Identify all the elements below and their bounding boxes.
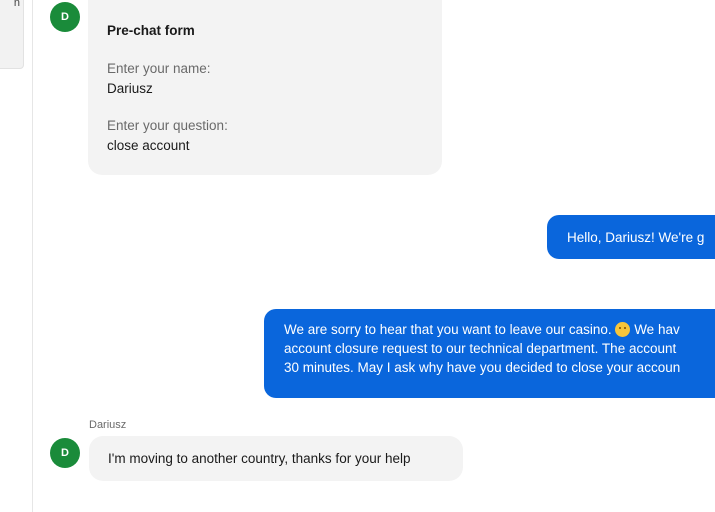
agent-message-line: 30 minutes. May I ask why have you decid… — [284, 360, 681, 375]
agent-message-bubble: Hello, Dariusz! We're g — [547, 215, 715, 259]
question-field-value: close account — [107, 138, 190, 153]
sad-face-emoji-icon — [615, 322, 631, 337]
visitor-message-bubble: I'm moving to another country, thanks fo… — [89, 436, 463, 481]
conversation-list-item-text: n — [13, 0, 20, 9]
agent-message-text: We are sorry to hear that you want to le… — [284, 322, 616, 337]
visitor-avatar: D — [50, 2, 80, 32]
visitor-avatar: D — [50, 438, 80, 468]
prechat-form-card: Pre-chat form Enter your name: Dariusz E… — [88, 0, 442, 175]
name-field-value: Dariusz — [107, 81, 153, 96]
agent-message-line: account closure request to our technical… — [284, 341, 677, 356]
agent-message-line: We are sorry to hear that you want to le… — [284, 320, 715, 339]
left-sidebar: n — [0, 0, 33, 512]
prechat-form-title: Pre-chat form — [107, 23, 195, 38]
name-field-label: Enter your name: — [107, 61, 211, 76]
agent-message-text: Hello, Dariusz! We're g — [567, 230, 705, 245]
conversation-list-item[interactable]: n — [0, 0, 24, 69]
agent-message-text: We hav — [630, 322, 680, 337]
agent-message-bubble: We are sorry to hear that you want to le… — [264, 309, 715, 398]
message-sender-name: Dariusz — [89, 419, 127, 431]
visitor-message-text: I'm moving to another country, thanks fo… — [108, 451, 411, 466]
chat-window: n D Pre-chat form Enter your name: Dariu… — [0, 0, 715, 512]
question-field-label: Enter your question: — [107, 118, 228, 133]
